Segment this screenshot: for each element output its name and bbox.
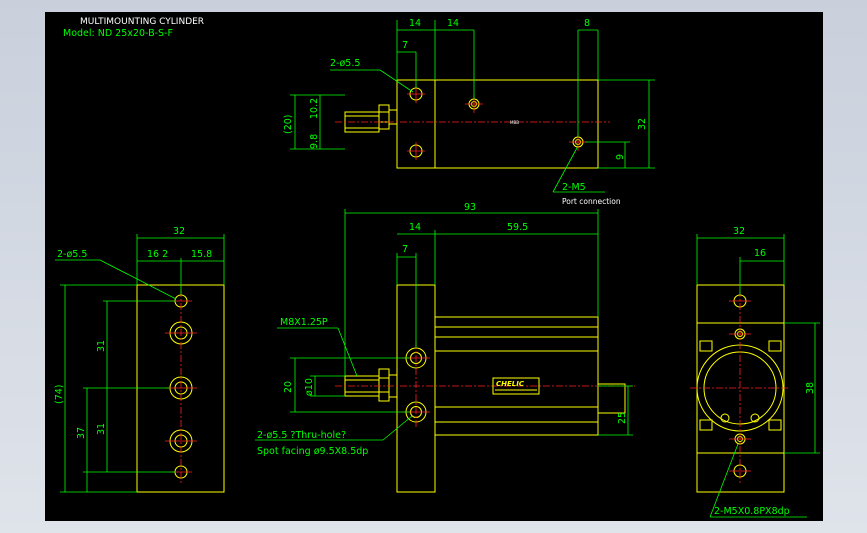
top-view: MBB 14 14 8 7 32 9 (20) 10.2 9.8 2-ø5.5 (283, 18, 655, 206)
top-dim-7: 7 (402, 40, 408, 51)
right-callout-thread: 2-M5X0.8PX8dp (714, 506, 790, 517)
front-dim-10: ø10 (304, 378, 315, 396)
top-dim-9-8: 9.8 (309, 134, 320, 149)
top-dim-9: 9 (615, 154, 626, 160)
left-dim-32: 32 (173, 226, 185, 237)
left-view-plate (136, 284, 225, 493)
front-dim-7: 7 (402, 244, 408, 255)
cad-drawing: MULTIMOUNTING CYLINDER Model: ND 25x20-B… (54, 17, 820, 518)
left-dim-74: (74) (54, 384, 65, 404)
right-slot-4 (768, 419, 782, 431)
right-slot-2 (768, 340, 782, 352)
top-dim-20: (20) (283, 114, 294, 134)
title-line-2: Model: ND 25x20-B-S-F (63, 28, 173, 39)
front-dim-25: 25 (617, 412, 628, 424)
title-line-1: MULTIMOUNTING CYLINDER (80, 17, 204, 27)
right-view-plate (696, 284, 785, 493)
top-view-nut (378, 104, 390, 130)
front-callout-holes: 2-ø5.5 ?Thru-hole? (257, 430, 346, 441)
front-label-text: CHELIC (496, 380, 525, 388)
front-callout-rod-thread: M8X1.25P (280, 317, 328, 328)
left-dim-37: 37 (76, 427, 87, 439)
top-callout-holes: 2-ø5.5 (330, 58, 360, 69)
right-dim-16: 16 (754, 248, 766, 259)
top-dim-8: 8 (584, 18, 590, 29)
front-end-cap (597, 383, 626, 414)
top-dim-32: 32 (637, 118, 648, 130)
top-dim-10-2: 10.2 (309, 98, 320, 119)
left-dim-16-2: 16 2 (147, 249, 168, 260)
top-view-tiny-label: MBB (510, 120, 519, 125)
right-slot-3 (699, 419, 713, 431)
left-dim-31a: 31 (96, 340, 107, 352)
cad-drawing-canvas[interactable]: MULTIMOUNTING CYLINDER Model: ND 25x20-B… (45, 12, 823, 521)
top-dim-14b: 14 (447, 18, 459, 29)
front-view: CHELIC 93 14 59.5 7 20 ø10 25 M8X1.25P 2… (255, 202, 635, 493)
right-slot-1 (699, 340, 713, 352)
front-dim-93: 93 (464, 202, 476, 213)
left-dim-31b: 31 (96, 423, 107, 435)
left-dim-15-8: 15.8 (191, 249, 212, 260)
front-dim-20: 20 (283, 381, 294, 393)
front-body (434, 316, 599, 436)
front-nut (378, 368, 390, 402)
right-dim-32: 32 (733, 226, 745, 237)
right-dim-38: 38 (805, 382, 816, 394)
top-callout-ports: 2-M5 (562, 182, 586, 193)
front-dim-14: 14 (409, 222, 421, 233)
window-frame: MULTIMOUNTING CYLINDER Model: ND 25x20-B… (0, 0, 867, 533)
front-dim-59-5: 59.5 (507, 222, 528, 233)
front-callout-spot: Spot facing ø9.5X8.5dp (257, 446, 368, 457)
top-dim-14a: 14 (409, 18, 421, 29)
left-callout-holes: 2-ø5.5 (57, 249, 87, 260)
right-end-view: 32 16 38 2-M5X0.8PX8dp (690, 226, 820, 518)
left-end-view: 32 16 2 15.8 (74) 31 31 37 2-ø5.5 (54, 226, 225, 493)
top-port-note: Port connection (562, 197, 621, 206)
